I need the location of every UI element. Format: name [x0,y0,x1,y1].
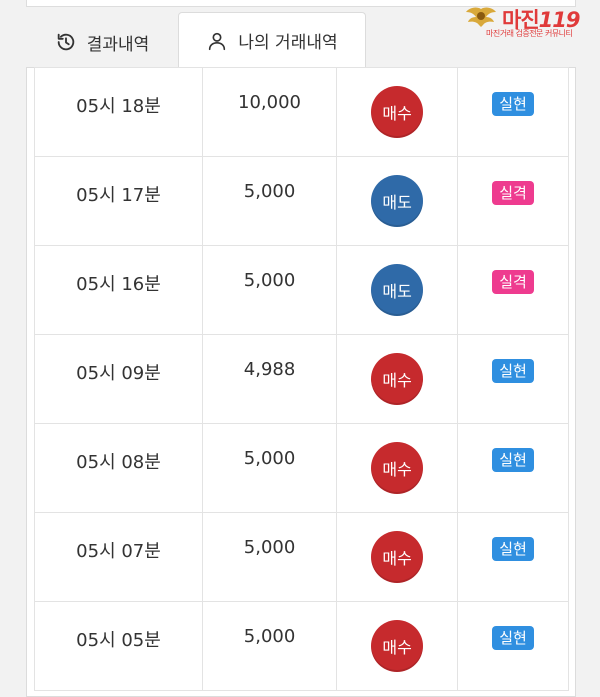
realized-badge: 실현 [492,626,534,650]
trade-history-panel: 05시 18분 10,000 매수 실현 05시 17분 5,000 매도 실격 05시 16분… [26,67,576,697]
trade-time-cell: 05시 17분 [33,156,204,246]
trade-time: 05시 05분 [76,630,161,651]
trade-amount-cell: 5,000 [202,156,338,246]
table-row: 05시 18분 10,000 매수 실현 [33,67,569,157]
trade-time-cell: 05시 18분 [33,67,204,157]
buy-badge: 매수 [371,531,424,583]
trade-amount-cell: 5,000 [202,601,338,691]
trade-type-cell: 매도 [336,245,459,335]
table-row: 05시 17분 5,000 매도 실격 [33,156,569,246]
trade-time: 05시 16분 [76,274,161,295]
table-row: 05시 05분 5,000 매수 실현 [33,601,569,691]
user-icon [206,30,228,52]
table-row: 05시 09분 4,988 매수 실현 [33,334,569,424]
buy-badge: 매수 [371,620,424,672]
logo-subtitle: 마진거래 검증전문 커뮤니티 [486,29,573,38]
trade-type-cell: 매수 [336,512,459,602]
table-row: 05시 16분 5,000 매도 실격 [33,245,569,335]
trade-time-cell: 05시 09분 [33,334,204,424]
trade-time: 05시 08분 [76,452,161,473]
realized-badge: 실현 [492,448,534,472]
realized-badge: 실현 [492,92,534,116]
realized-badge: 실현 [492,537,534,561]
trade-amount: 5,000 [243,537,296,558]
realized-badge: 실현 [492,359,534,383]
tab-label: 결과내역 [86,34,150,55]
tab-my-trades[interactable]: 나의 거래내역 [178,12,366,68]
table-row: 05시 07분 5,000 매수 실현 [33,512,569,602]
sell-badge: 매도 [371,175,424,227]
trade-result-cell: 실현 [457,67,569,157]
trade-time-cell: 05시 07분 [33,512,204,602]
failed-badge: 실격 [492,181,534,205]
site-logo[interactable]: 마진119 마진거래 검증전문 커뮤니티 [462,4,596,38]
trade-result-cell: 실현 [457,423,569,513]
trade-amount-cell: 10,000 [202,67,338,157]
trade-time-cell: 05시 16분 [33,245,204,335]
trade-amount-cell: 5,000 [202,245,338,335]
buy-badge: 매수 [371,442,424,494]
trade-amount-cell: 5,000 [202,512,338,602]
trade-table: 05시 18분 10,000 매수 실현 05시 17분 5,000 매도 실격 05시 16분… [33,67,569,691]
failed-badge: 실격 [492,270,534,294]
trade-time: 05시 17분 [76,185,161,206]
trade-amount: 5,000 [243,626,296,647]
trade-result-cell: 실격 [457,245,569,335]
sell-badge: 매도 [371,264,424,316]
buy-badge: 매수 [371,353,424,405]
trade-amount: 10,000 [238,92,302,113]
wings-emblem-icon [466,7,496,27]
trade-amount: 5,000 [243,448,296,469]
trade-time: 05시 09분 [76,363,161,384]
trade-time-cell: 05시 05분 [33,601,204,691]
history-icon [55,31,77,53]
tab-bar: 결과내역 나의 거래내역 [26,12,366,68]
buy-badge: 매수 [371,86,424,138]
trade-type-cell: 매수 [336,601,459,691]
trade-amount-cell: 5,000 [202,423,338,513]
trade-amount-cell: 4,988 [202,334,338,424]
tab-result-history[interactable]: 결과내역 [26,16,178,68]
trade-time: 05시 07분 [76,541,161,562]
trade-time-cell: 05시 08분 [33,423,204,513]
trade-type-cell: 매수 [336,334,459,424]
table-row: 05시 08분 5,000 매수 실현 [33,423,569,513]
tab-label: 나의 거래내역 [238,33,338,53]
trade-result-cell: 실현 [457,512,569,602]
trade-result-cell: 실현 [457,601,569,691]
trade-result-cell: 실격 [457,156,569,246]
trade-type-cell: 매도 [336,156,459,246]
trade-amount: 5,000 [243,181,296,202]
trade-result-cell: 실현 [457,334,569,424]
trade-time: 05시 18분 [76,96,161,117]
trade-amount: 4,988 [243,359,296,380]
trade-type-cell: 매수 [336,423,459,513]
trade-amount: 5,000 [243,270,296,291]
trade-type-cell: 매수 [336,67,459,157]
